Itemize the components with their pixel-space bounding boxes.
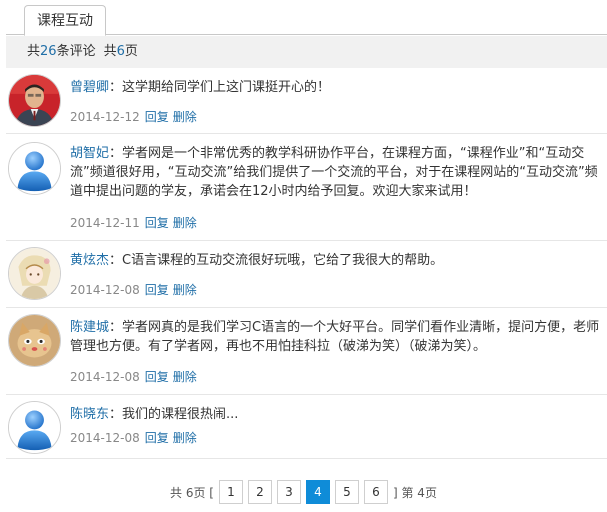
- comment-count: 26: [40, 44, 57, 59]
- tab-course-interaction[interactable]: 课程互动: [24, 5, 106, 36]
- photo-man-icon[interactable]: [8, 74, 61, 127]
- comment-meta: 2014-12-08 回复 删除: [70, 368, 197, 385]
- comment-body: 陈晓东：我们的课程很热闹...: [70, 407, 239, 422]
- reply-button[interactable]: 回复: [145, 283, 169, 297]
- comment-body: 陈建城：学者网真的是我们学习C语言的一个大好平台。同学们看作业清晰，提问方便，老…: [70, 320, 600, 354]
- default-user-icon[interactable]: [8, 142, 61, 195]
- comment-author[interactable]: 曾碧卿: [70, 80, 109, 95]
- comment-meta: 2014-12-08 回复 删除: [70, 429, 197, 446]
- page-button-4-current[interactable]: 4: [306, 480, 330, 504]
- comment-summary: 共26条评论 共6页: [6, 36, 607, 68]
- summary-comment-suffix: 条评论: [56, 44, 96, 59]
- delete-button[interactable]: 删除: [173, 283, 197, 297]
- page-button-6[interactable]: 6: [364, 480, 388, 504]
- page-button-5[interactable]: 5: [335, 480, 359, 504]
- reply-button[interactable]: 回复: [145, 110, 169, 124]
- comment-meta: 2014-12-08 回复 删除: [70, 281, 197, 298]
- comment-meta: 2014-12-12 回复 删除: [70, 108, 197, 125]
- reply-button[interactable]: 回复: [145, 216, 169, 230]
- reply-button[interactable]: 回复: [145, 431, 169, 445]
- list-item: 胡智妃：学者网是一个非常优秀的教学科研协作平台，在课程方面，“课程作业”和“互动…: [6, 134, 607, 241]
- page-button-1[interactable]: 1: [219, 480, 243, 504]
- summary-page-suffix: 页: [124, 44, 138, 59]
- page-count: 6: [116, 44, 125, 59]
- comment-body: 曾碧卿：这学期给同学们上这门课挺开心的！: [70, 80, 331, 95]
- comment-date: 2014-12-11: [70, 216, 140, 230]
- list-item: 陈晓东：我们的课程很热闹... 2014-12-08 回复 删除: [6, 395, 607, 459]
- tab-bar: 课程互动: [6, 0, 607, 36]
- comment-text: 学者网是一个非常优秀的教学科研协作平台，在课程方面，“课程作业”和“互动交流”频…: [70, 146, 598, 199]
- comment-text: 学者网真的是我们学习C语言的一个大好平台。同学们看作业清晰，提问方便，老师管理也…: [70, 320, 600, 354]
- delete-button[interactable]: 删除: [173, 431, 197, 445]
- summary-prefix: 共: [27, 44, 41, 59]
- pagination-prefix: 共 6页 [: [170, 485, 214, 500]
- comment-text: 这学期给同学们上这门课挺开心的！: [122, 80, 331, 95]
- comment-body: 黄炫杰：C语言课程的互动交流很好玩哦，它给了我很大的帮助。: [70, 253, 444, 268]
- pagination: 共 6页 [ 1 2 3 4 5 6 ] 第 4页: [0, 480, 607, 506]
- list-item: 曾碧卿：这学期给同学们上这门课挺开心的！ 2014-12-12 回复 删除: [6, 68, 607, 134]
- page-button-3[interactable]: 3: [277, 480, 301, 504]
- comment-text: C语言课程的互动交流很好玩哦，它给了我很大的帮助。: [122, 253, 444, 268]
- pagination-suffix: ] 第 4页: [393, 485, 437, 500]
- reply-button[interactable]: 回复: [145, 370, 169, 384]
- comment-author[interactable]: 陈晓东: [70, 407, 109, 422]
- list-item: 黄炫杰：C语言课程的互动交流很好玩哦，它给了我很大的帮助。 2014-12-08…: [6, 241, 607, 308]
- summary-page-prefix: 共: [103, 44, 117, 59]
- delete-button[interactable]: 删除: [173, 370, 197, 384]
- comment-meta: 2014-12-11 回复 删除: [70, 214, 197, 231]
- comment-author[interactable]: 胡智妃: [70, 146, 109, 161]
- comment-author[interactable]: 黄炫杰: [70, 253, 109, 268]
- list-item: 陈建城：学者网真的是我们学习C语言的一个大好平台。同学们看作业清晰，提问方便，老…: [6, 308, 607, 395]
- comment-text: 我们的课程很热闹...: [122, 407, 239, 422]
- default-user-icon[interactable]: [8, 401, 61, 454]
- comment-list: 曾碧卿：这学期给同学们上这门课挺开心的！ 2014-12-12 回复 删除 胡智…: [6, 68, 607, 459]
- cat-photo-icon[interactable]: [8, 314, 61, 367]
- comment-date: 2014-12-08: [70, 283, 140, 297]
- comment-date: 2014-12-12: [70, 110, 140, 124]
- comment-date: 2014-12-08: [70, 370, 140, 384]
- anime-sketch-icon[interactable]: [8, 247, 61, 300]
- page-button-2[interactable]: 2: [248, 480, 272, 504]
- comment-date: 2014-12-08: [70, 431, 140, 445]
- comment-body: 胡智妃：学者网是一个非常优秀的教学科研协作平台，在课程方面，“课程作业”和“互动…: [70, 146, 598, 199]
- delete-button[interactable]: 删除: [173, 110, 197, 124]
- comment-author[interactable]: 陈建城: [70, 320, 109, 335]
- delete-button[interactable]: 删除: [173, 216, 197, 230]
